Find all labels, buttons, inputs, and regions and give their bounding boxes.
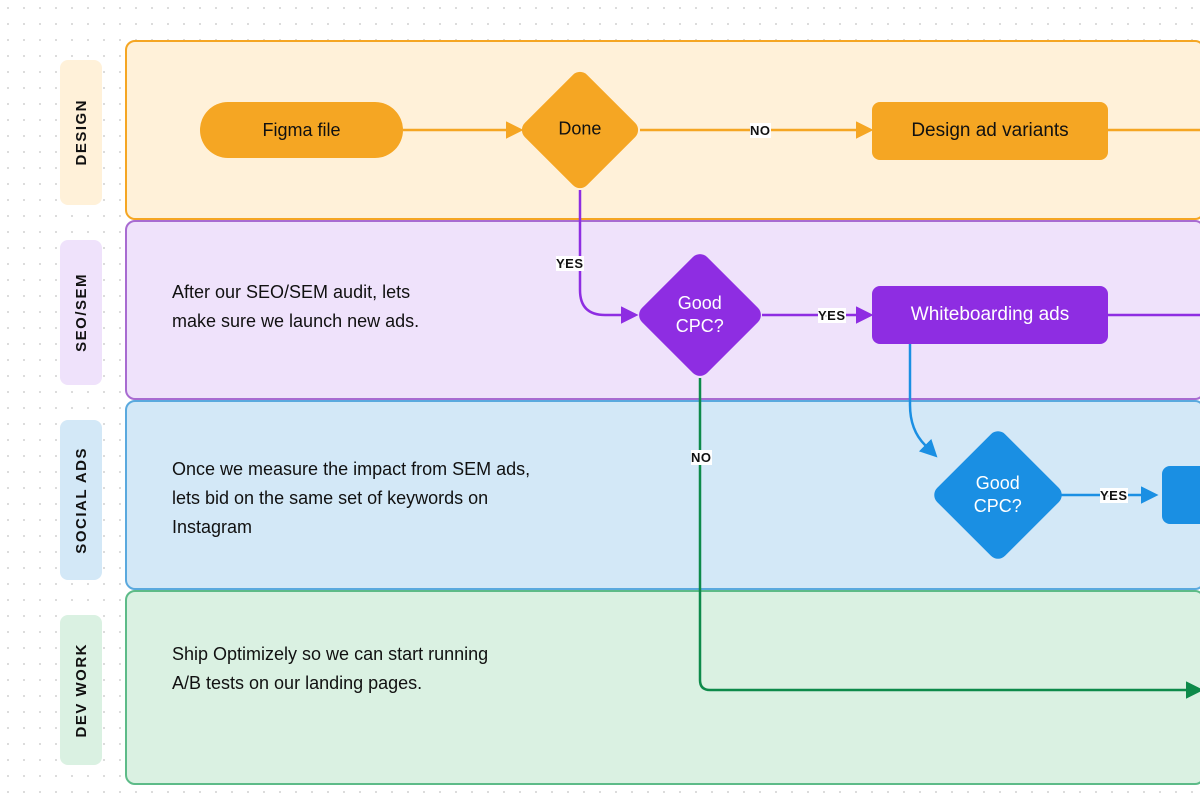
- lane-text-content: Once we measure the impact from SEM ads,…: [172, 459, 530, 537]
- lane-label-text: DEV WORK: [73, 643, 90, 738]
- node-label: Figma file: [262, 120, 340, 141]
- node-label: Done: [558, 118, 601, 141]
- lane-text-content: After our SEO/SEM audit, lets make sure …: [172, 282, 419, 331]
- lane-text-content: Ship Optimizely so we can start running …: [172, 644, 488, 693]
- edge-label-yes: YES: [1100, 488, 1128, 503]
- edge-label-yes: YES: [818, 308, 846, 323]
- lane-label-dev: DEV WORK: [60, 615, 102, 765]
- lane-label-text: DESIGN: [73, 99, 90, 166]
- node-social-next[interactable]: [1162, 466, 1200, 524]
- node-label: Whiteboarding ads: [911, 304, 1069, 326]
- node-whiteboarding-ads[interactable]: Whiteboarding ads: [872, 286, 1108, 344]
- node-figma-file[interactable]: Figma file: [200, 102, 403, 158]
- lane-label-social: SOCIAL ADS: [60, 420, 102, 580]
- node-label: Design ad variants: [911, 120, 1068, 142]
- lane-label-design: DESIGN: [60, 60, 102, 205]
- edge-label-no: NO: [750, 123, 771, 138]
- edge-label-no: NO: [691, 450, 712, 465]
- node-label: Good CPC?: [950, 472, 1046, 519]
- node-label: Good CPC?: [654, 292, 746, 339]
- lane-label-text: SEO/SEM: [73, 273, 90, 352]
- lane-label-text: SOCIAL ADS: [73, 447, 90, 554]
- lane-label-seo: SEO/SEM: [60, 240, 102, 385]
- node-design-ad-variants[interactable]: Design ad variants: [872, 102, 1108, 160]
- edge-label-yes: YES: [556, 256, 584, 271]
- lane-text-seo: After our SEO/SEM audit, lets make sure …: [172, 278, 452, 336]
- lane-text-social: Once we measure the impact from SEM ads,…: [172, 455, 532, 541]
- lane-text-dev: Ship Optimizely so we can start running …: [172, 640, 512, 698]
